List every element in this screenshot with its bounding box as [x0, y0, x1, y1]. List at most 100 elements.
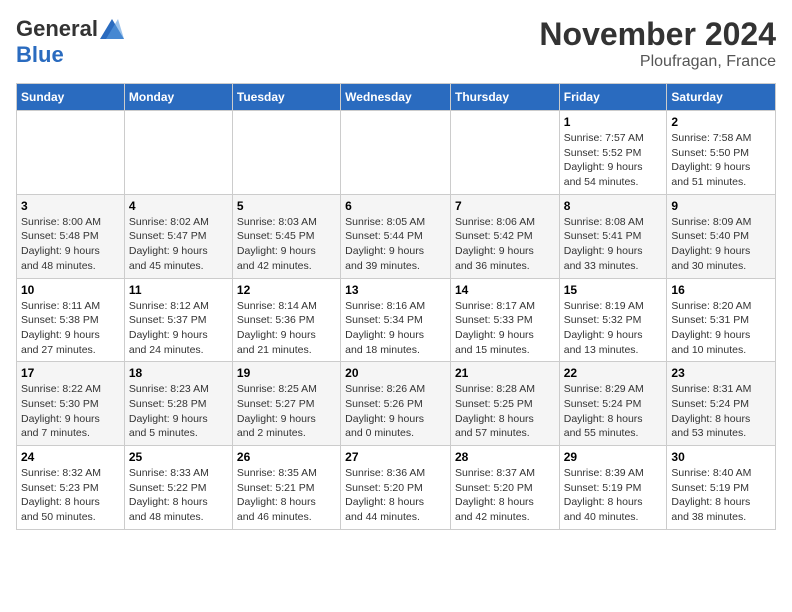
day-number: 24	[21, 450, 120, 464]
calendar-cell: 5 Sunrise: 8:03 AM Sunset: 5:45 PM Daylig…	[232, 194, 340, 278]
day-info: Sunrise: 8:22 AM Sunset: 5:30 PM Dayligh…	[21, 382, 120, 441]
header-day-thursday: Thursday	[450, 84, 559, 111]
day-number: 1	[564, 115, 663, 129]
day-info: Sunrise: 8:37 AM Sunset: 5:20 PM Dayligh…	[455, 466, 555, 525]
logo-icon	[100, 19, 124, 39]
calendar-cell	[232, 111, 340, 195]
day-info: Sunrise: 8:33 AM Sunset: 5:22 PM Dayligh…	[129, 466, 228, 525]
day-info: Sunrise: 8:28 AM Sunset: 5:25 PM Dayligh…	[455, 382, 555, 441]
day-number: 7	[455, 199, 555, 213]
day-info: Sunrise: 8:20 AM Sunset: 5:31 PM Dayligh…	[671, 299, 771, 358]
day-info: Sunrise: 8:03 AM Sunset: 5:45 PM Dayligh…	[237, 215, 336, 274]
calendar-cell: 29 Sunrise: 8:39 AM Sunset: 5:19 PM Dayli…	[559, 446, 667, 530]
calendar-cell: 13 Sunrise: 8:16 AM Sunset: 5:34 PM Dayli…	[341, 278, 451, 362]
calendar-cell: 12Sunrise: 8:14 AM Sunset: 5:36 PM Dayli…	[232, 278, 340, 362]
calendar-cell: 27 Sunrise: 8:36 AM Sunset: 5:20 PM Dayli…	[341, 446, 451, 530]
day-number: 27	[345, 450, 446, 464]
logo: General Blue	[16, 16, 124, 68]
day-number: 19	[237, 366, 336, 380]
logo-blue-text: Blue	[16, 42, 64, 67]
logo-general-text: General	[16, 16, 98, 42]
header-row: SundayMondayTuesdayWednesdayThursdayFrid…	[17, 84, 776, 111]
month-title: November 2024	[539, 16, 776, 53]
day-number: 13	[345, 283, 446, 297]
calendar-cell	[17, 111, 125, 195]
day-number: 22	[564, 366, 663, 380]
location: Ploufragan, France	[539, 53, 776, 71]
day-info: Sunrise: 8:31 AM Sunset: 5:24 PM Dayligh…	[671, 382, 771, 441]
week-row-5: 24 Sunrise: 8:32 AM Sunset: 5:23 PM Dayli…	[17, 446, 776, 530]
day-number: 23	[671, 366, 771, 380]
week-row-4: 17 Sunrise: 8:22 AM Sunset: 5:30 PM Dayli…	[17, 362, 776, 446]
day-number: 18	[129, 366, 228, 380]
day-number: 10	[21, 283, 120, 297]
header-day-friday: Friday	[559, 84, 667, 111]
calendar-cell: 10 Sunrise: 8:11 AM Sunset: 5:38 PM Dayli…	[17, 278, 125, 362]
day-info: Sunrise: 8:17 AM Sunset: 5:33 PM Dayligh…	[455, 299, 555, 358]
day-info: Sunrise: 8:32 AM Sunset: 5:23 PM Dayligh…	[21, 466, 120, 525]
day-info: Sunrise: 8:35 AM Sunset: 5:21 PM Dayligh…	[237, 466, 336, 525]
day-number: 16	[671, 283, 771, 297]
day-info: Sunrise: 8:16 AM Sunset: 5:34 PM Dayligh…	[345, 299, 446, 358]
calendar-cell: 16 Sunrise: 8:20 AM Sunset: 5:31 PM Dayli…	[667, 278, 776, 362]
day-number: 28	[455, 450, 555, 464]
day-number: 26	[237, 450, 336, 464]
calendar-cell: 21 Sunrise: 8:28 AM Sunset: 5:25 PM Dayli…	[450, 362, 559, 446]
calendar-cell	[341, 111, 451, 195]
day-number: 5	[237, 199, 336, 213]
day-number: 21	[455, 366, 555, 380]
header-day-saturday: Saturday	[667, 84, 776, 111]
calendar-cell: 1Sunrise: 7:57 AM Sunset: 5:52 PM Daylig…	[559, 111, 667, 195]
day-info: Sunrise: 8:02 AM Sunset: 5:47 PM Dayligh…	[129, 215, 228, 274]
day-info: Sunrise: 7:58 AM Sunset: 5:50 PM Dayligh…	[671, 131, 771, 190]
calendar-cell: 22Sunrise: 8:29 AM Sunset: 5:24 PM Dayli…	[559, 362, 667, 446]
day-number: 15	[564, 283, 663, 297]
day-info: Sunrise: 8:19 AM Sunset: 5:32 PM Dayligh…	[564, 299, 663, 358]
day-number: 8	[564, 199, 663, 213]
day-info: Sunrise: 8:08 AM Sunset: 5:41 PM Dayligh…	[564, 215, 663, 274]
day-info: Sunrise: 8:06 AM Sunset: 5:42 PM Dayligh…	[455, 215, 555, 274]
calendar-cell: 24 Sunrise: 8:32 AM Sunset: 5:23 PM Dayli…	[17, 446, 125, 530]
day-number: 9	[671, 199, 771, 213]
day-info: Sunrise: 8:39 AM Sunset: 5:19 PM Dayligh…	[564, 466, 663, 525]
calendar-table: SundayMondayTuesdayWednesdayThursdayFrid…	[16, 83, 776, 530]
title-block: November 2024 Ploufragan, France	[539, 16, 776, 71]
day-number: 3	[21, 199, 120, 213]
calendar-cell: 18Sunrise: 8:23 AM Sunset: 5:28 PM Dayli…	[124, 362, 232, 446]
day-info: Sunrise: 8:11 AM Sunset: 5:38 PM Dayligh…	[21, 299, 120, 358]
day-number: 12	[237, 283, 336, 297]
calendar-cell: 7 Sunrise: 8:06 AM Sunset: 5:42 PM Daylig…	[450, 194, 559, 278]
calendar-cell: 30 Sunrise: 8:40 AM Sunset: 5:19 PM Dayli…	[667, 446, 776, 530]
calendar-cell	[124, 111, 232, 195]
calendar-cell: 8 Sunrise: 8:08 AM Sunset: 5:41 PM Daylig…	[559, 194, 667, 278]
calendar-cell: 25Sunrise: 8:33 AM Sunset: 5:22 PM Dayli…	[124, 446, 232, 530]
day-info: Sunrise: 8:09 AM Sunset: 5:40 PM Dayligh…	[671, 215, 771, 274]
day-number: 14	[455, 283, 555, 297]
calendar-cell: 19Sunrise: 8:25 AM Sunset: 5:27 PM Dayli…	[232, 362, 340, 446]
page-header: General Blue November 2024 Ploufragan, F…	[16, 16, 776, 71]
day-number: 17	[21, 366, 120, 380]
calendar-cell: 11Sunrise: 8:12 AM Sunset: 5:37 PM Dayli…	[124, 278, 232, 362]
calendar-cell: 23 Sunrise: 8:31 AM Sunset: 5:24 PM Dayli…	[667, 362, 776, 446]
day-number: 20	[345, 366, 446, 380]
calendar-cell: 9 Sunrise: 8:09 AM Sunset: 5:40 PM Daylig…	[667, 194, 776, 278]
day-info: Sunrise: 8:00 AM Sunset: 5:48 PM Dayligh…	[21, 215, 120, 274]
day-number: 4	[129, 199, 228, 213]
day-info: Sunrise: 8:26 AM Sunset: 5:26 PM Dayligh…	[345, 382, 446, 441]
week-row-2: 3 Sunrise: 8:00 AM Sunset: 5:48 PM Daylig…	[17, 194, 776, 278]
week-row-3: 10 Sunrise: 8:11 AM Sunset: 5:38 PM Dayli…	[17, 278, 776, 362]
day-info: Sunrise: 8:40 AM Sunset: 5:19 PM Dayligh…	[671, 466, 771, 525]
day-number: 11	[129, 283, 228, 297]
calendar-cell: 17 Sunrise: 8:22 AM Sunset: 5:30 PM Dayli…	[17, 362, 125, 446]
day-number: 29	[564, 450, 663, 464]
day-number: 30	[671, 450, 771, 464]
calendar-cell: 4 Sunrise: 8:02 AM Sunset: 5:47 PM Daylig…	[124, 194, 232, 278]
calendar-cell: 26 Sunrise: 8:35 AM Sunset: 5:21 PM Dayli…	[232, 446, 340, 530]
header-day-tuesday: Tuesday	[232, 84, 340, 111]
calendar-cell: 15 Sunrise: 8:19 AM Sunset: 5:32 PM Dayli…	[559, 278, 667, 362]
day-info: Sunrise: 8:05 AM Sunset: 5:44 PM Dayligh…	[345, 215, 446, 274]
calendar-cell: 3 Sunrise: 8:00 AM Sunset: 5:48 PM Daylig…	[17, 194, 125, 278]
calendar-cell: 28 Sunrise: 8:37 AM Sunset: 5:20 PM Dayli…	[450, 446, 559, 530]
day-info: Sunrise: 8:36 AM Sunset: 5:20 PM Dayligh…	[345, 466, 446, 525]
day-number: 6	[345, 199, 446, 213]
